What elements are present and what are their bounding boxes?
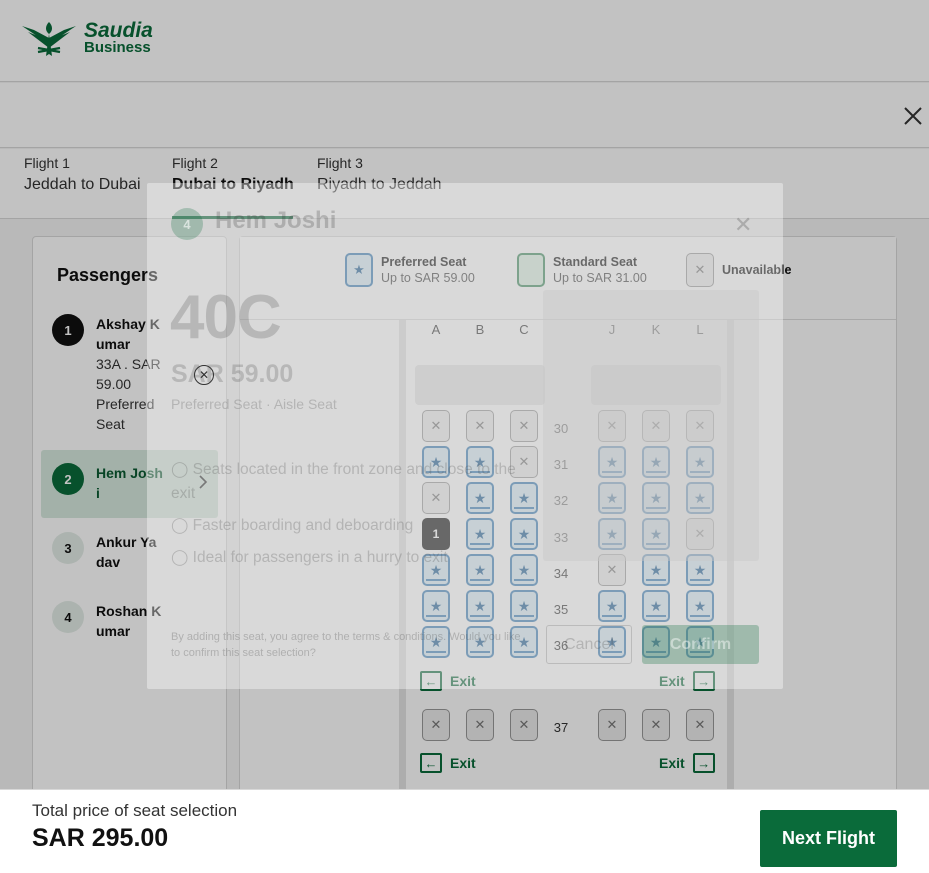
popup-terms-text: By adding this seat, you agree to the te… — [171, 631, 521, 659]
popup-feature: ◯ Ideal for passengers in a hurry to exi… — [171, 549, 448, 566]
passenger-number: 2 — [52, 463, 84, 495]
feature-text: Seats located in the front zone and clos… — [171, 461, 516, 502]
exit-label: Exit — [450, 755, 476, 771]
row-number: 37 — [553, 720, 569, 735]
feature-text: Ideal for passengers in a hurry to exit — [192, 549, 448, 566]
passenger-number: 1 — [52, 314, 84, 346]
exit-right: Exit → — [659, 753, 715, 773]
passenger-number: 3 — [52, 532, 84, 564]
feature-text: Faster boarding and deboarding — [192, 517, 414, 534]
seat-37c: ✕ — [510, 709, 538, 741]
popup-seat-type: Preferred Seat · Aisle Seat — [171, 396, 337, 412]
exit-right-arrow-icon: → — [692, 753, 715, 773]
popup-passenger-number: 4 — [171, 208, 203, 240]
brand-name: Saudia — [84, 19, 153, 42]
tab-label: Flight 3 — [317, 155, 363, 171]
close-icon[interactable] — [901, 104, 925, 128]
popup-feature: ◯ Seats located in the front zone and cl… — [171, 461, 516, 502]
seat-37a: ✕ — [422, 709, 450, 741]
palm-swords-emblem-icon — [22, 22, 76, 56]
total-price-value: SAR 295.00 — [32, 824, 169, 852]
saudia-logo[interactable]: Saudia Business — [20, 18, 153, 60]
tab-flight-1[interactable]: Flight 1 Jeddah to Dubai — [24, 155, 141, 219]
passengers-title: Passengers — [57, 265, 159, 285]
seat-37k: ✕ — [642, 709, 670, 741]
next-flight-button[interactable]: Next Flight — [760, 810, 897, 867]
seat-37b: ✕ — [466, 709, 494, 741]
popup-seat-number: 40C — [170, 283, 282, 352]
exit-left-arrow-icon: ← — [420, 753, 442, 773]
tab-route: Jeddah to Dubai — [24, 176, 141, 193]
popup-seat-price: SAR 59.00 — [171, 360, 294, 388]
brand-sub: Business — [84, 39, 151, 56]
popup-feature: ◯ Faster boarding and deboarding — [171, 517, 414, 534]
seat-37j: ✕ — [598, 709, 626, 741]
popup-cancel-button[interactable]: Cancel — [546, 625, 632, 664]
passenger-number: 4 — [52, 601, 84, 633]
exit-left: ← Exit — [420, 753, 476, 773]
popup-confirm-button[interactable]: Confirm — [642, 625, 759, 664]
seat-37l: ✕ — [686, 709, 714, 741]
seat-photo — [543, 290, 759, 561]
seat-selection-page: Saudia Business Flight 1 Jeddah to Dubai… — [0, 0, 929, 873]
exit-label: Exit — [659, 755, 685, 771]
tab-label: Flight 1 — [24, 155, 70, 171]
close-bar — [0, 83, 929, 148]
popup-passenger-name: Hem Joshi — [215, 207, 337, 234]
tab-label: Flight 2 — [172, 155, 218, 171]
total-price-label: Total price of seat selection — [32, 801, 238, 820]
circle-close-icon[interactable]: ✕ — [194, 365, 214, 385]
popup-close-icon[interactable]: ✕ — [734, 212, 752, 238]
